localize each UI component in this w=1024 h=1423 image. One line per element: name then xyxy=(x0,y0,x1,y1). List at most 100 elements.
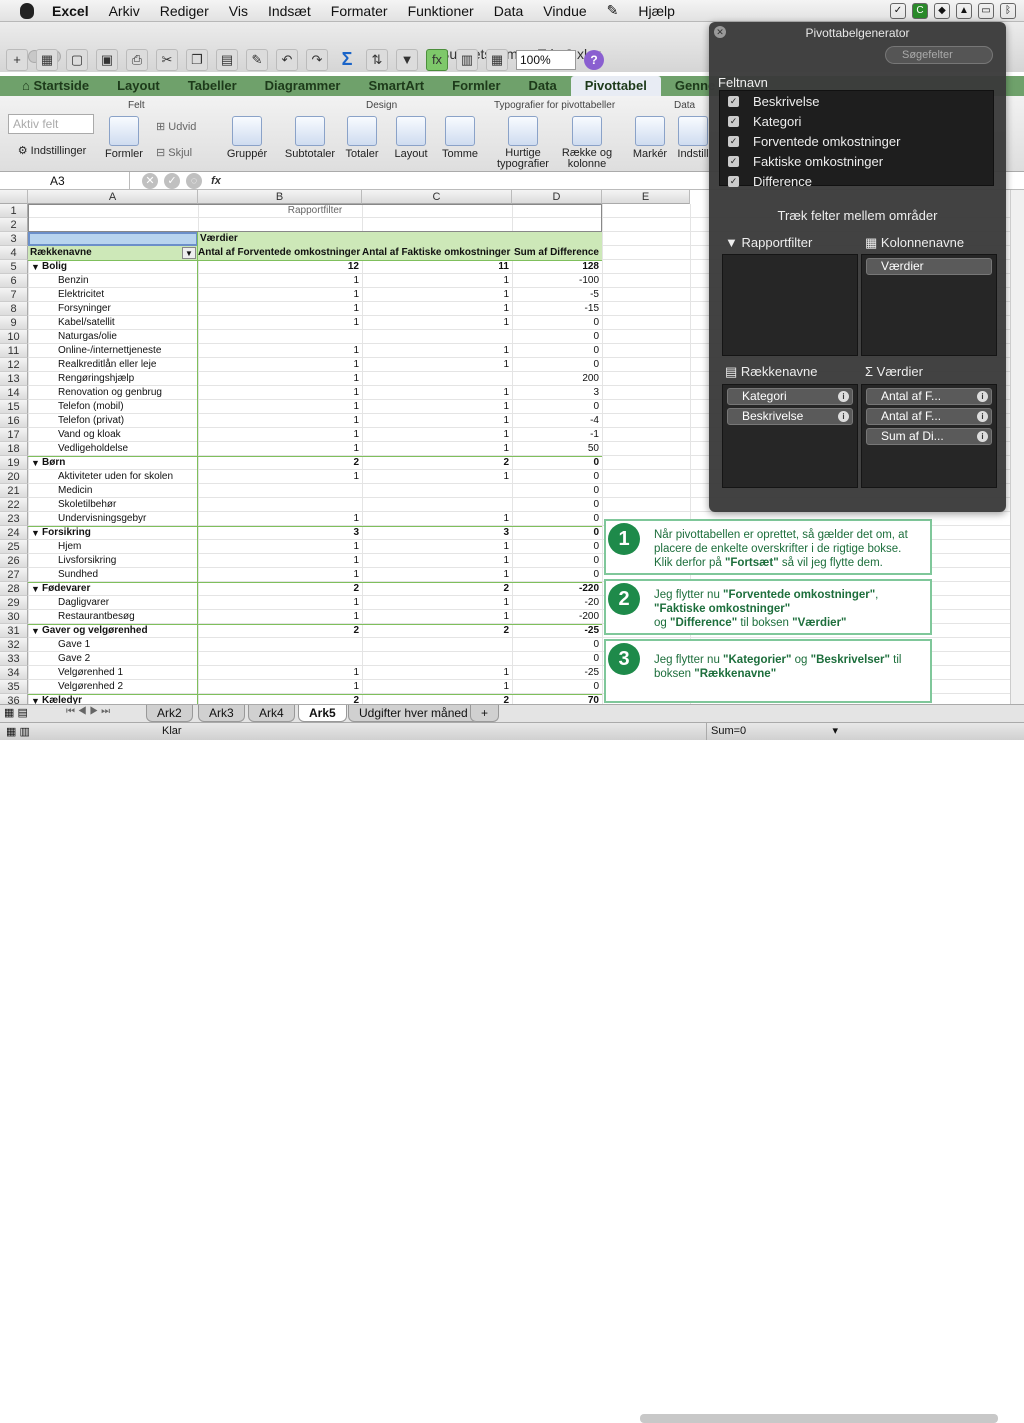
airplay-icon[interactable]: ▭ xyxy=(978,3,994,19)
cut-icon[interactable]: ✂ xyxy=(156,49,178,71)
table-cell-d[interactable]: -25 xyxy=(512,624,602,638)
table-cell-b[interactable]: 1 xyxy=(198,666,362,680)
table-cell-d[interactable]: -1 xyxy=(512,428,602,442)
col-header-a[interactable]: A xyxy=(28,190,198,204)
table-cell-b[interactable]: 2 xyxy=(198,624,362,638)
table-cell-c[interactable]: 1 xyxy=(362,596,512,610)
table-cell-b[interactable]: 1 xyxy=(198,372,362,386)
gallery-icon[interactable]: ▥ xyxy=(456,49,478,71)
collapse-triangle-icon[interactable]: ▼ xyxy=(31,526,41,540)
layout-button[interactable]: Layout xyxy=(390,116,432,160)
table-cell-d[interactable]: -20 xyxy=(512,596,602,610)
row-header[interactable]: 8 xyxy=(0,302,28,316)
row-header[interactable]: 6 xyxy=(0,274,28,288)
sheet-tab-ark3[interactable]: Ark3 xyxy=(198,705,245,722)
table-cell-c[interactable]: 1 xyxy=(362,568,512,582)
table-cell-d[interactable]: 0 xyxy=(512,498,602,512)
table-row-label[interactable]: Benzin xyxy=(58,274,208,288)
table-cell-c[interactable]: 1 xyxy=(362,442,512,456)
filter-icon[interactable]: ▼ xyxy=(396,49,418,71)
confirm-icon[interactable]: ✓ xyxy=(164,173,180,189)
row-header[interactable]: 10 xyxy=(0,330,28,344)
table-row-label[interactable]: Medicin xyxy=(58,484,208,498)
table-cell-d[interactable]: 0 xyxy=(512,568,602,582)
table-cell-c[interactable] xyxy=(362,638,512,652)
table-cell-b[interactable]: 1 xyxy=(198,274,362,288)
table-cell-d[interactable]: -200 xyxy=(512,610,602,624)
table-cell-c[interactable]: 1 xyxy=(362,610,512,624)
table-cell-c[interactable]: 2 xyxy=(362,582,512,596)
indstillinger-button[interactable]: ⚙ Indstillinger xyxy=(10,144,94,157)
raekke-kolonne-button[interactable]: Række og kolonne xyxy=(558,116,616,170)
grupper-button[interactable]: Gruppér xyxy=(224,116,270,160)
table-cell-c[interactable]: 2 xyxy=(362,624,512,638)
table-cell-c[interactable]: 1 xyxy=(362,274,512,288)
rapportfilter-area[interactable] xyxy=(722,254,858,356)
zoom-select[interactable]: 100% xyxy=(516,50,576,70)
table-cell-b[interactable]: 1 xyxy=(198,568,362,582)
table-row-label[interactable]: Telefon (mobil) xyxy=(58,400,208,414)
table-cell-b[interactable]: 1 xyxy=(198,288,362,302)
table-cell-b[interactable] xyxy=(198,330,362,344)
row-header[interactable]: 26 xyxy=(0,554,28,568)
vertical-scrollbar[interactable] xyxy=(1010,190,1024,705)
kolonnenavne-area[interactable]: Værdier xyxy=(861,254,997,356)
table-cell-c[interactable]: 1 xyxy=(362,400,512,414)
formler-button[interactable]: Formler xyxy=(102,116,146,160)
table-cell-d[interactable]: 0 xyxy=(512,680,602,694)
row-header[interactable]: 20 xyxy=(0,470,28,484)
row-header[interactable]: 22 xyxy=(0,498,28,512)
table-row-label[interactable]: Vedligeholdelse xyxy=(58,442,208,456)
bluetooth-icon[interactable]: ᛒ xyxy=(1000,3,1016,19)
table-cell-b[interactable] xyxy=(198,498,362,512)
table-cell-c[interactable] xyxy=(362,652,512,666)
table-row-label[interactable]: Restaurantbesøg xyxy=(58,610,208,624)
table-row-label[interactable]: Fødevarer xyxy=(42,582,192,596)
select-all-corner[interactable] xyxy=(0,190,28,204)
row-header[interactable]: 4 xyxy=(0,246,28,260)
sheet-tab-ark4[interactable]: Ark4 xyxy=(248,705,295,722)
table-cell-b[interactable]: 2 xyxy=(198,582,362,596)
copy-icon[interactable]: ❐ xyxy=(186,49,208,71)
tab-tabeller[interactable]: Tabeller xyxy=(174,76,251,96)
hurtige-typografier-button[interactable]: Hurtige typografier xyxy=(494,116,552,170)
sheet-tab-ark2[interactable]: Ark2 xyxy=(146,705,193,722)
open-icon[interactable]: ▢ xyxy=(66,49,88,71)
table-cell-b[interactable]: 12 xyxy=(198,260,362,274)
tab-data[interactable]: Data xyxy=(515,76,571,96)
row-header[interactable]: 16 xyxy=(0,414,28,428)
pill-kol-vaerdier[interactable]: Værdier xyxy=(866,258,992,275)
field-item-kategori[interactable]: ✓ Kategori xyxy=(720,111,993,131)
layout-view-icon[interactable]: ▦ ▥ xyxy=(6,724,30,741)
table-cell-d[interactable]: -100 xyxy=(512,274,602,288)
table-cell-b[interactable]: 1 xyxy=(198,540,362,554)
cancel-icon[interactable]: ✕ xyxy=(142,173,158,189)
pill-kategori[interactable]: Kategori i xyxy=(727,388,853,405)
table-cell-c[interactable]: 1 xyxy=(362,512,512,526)
table-cell-d[interactable]: 3 xyxy=(512,386,602,400)
checkbox-checked-icon[interactable]: ✓ xyxy=(728,95,739,107)
table-cell-c[interactable]: 1 xyxy=(362,666,512,680)
indstillinger-data-button[interactable]: Indstill xyxy=(676,116,710,160)
redo-icon[interactable]: ↷ xyxy=(306,49,328,71)
table-cell-d[interactable]: -4 xyxy=(512,414,602,428)
menu-rediger[interactable]: Rediger xyxy=(160,3,209,19)
table-cell-d[interactable]: 0 xyxy=(512,470,602,484)
horizontal-scrollbar[interactable] xyxy=(640,1414,998,1423)
table-row-label[interactable]: Rengøringshjælp xyxy=(58,372,208,386)
tomme-button[interactable]: Tomme xyxy=(438,116,482,160)
table-cell-c[interactable]: 1 xyxy=(362,386,512,400)
table-row-label[interactable]: Gave 1 xyxy=(58,638,208,652)
table-cell-d[interactable]: -15 xyxy=(512,302,602,316)
table-cell-c[interactable]: 11 xyxy=(362,260,512,274)
menu-arkiv[interactable]: Arkiv xyxy=(109,3,140,19)
paste-icon[interactable]: ▤ xyxy=(216,49,238,71)
row-header[interactable]: 13 xyxy=(0,372,28,386)
table-cell-d[interactable]: -220 xyxy=(512,582,602,596)
field-item-difference[interactable]: ✓ Difference xyxy=(720,171,993,191)
view-normal-icon[interactable]: ▦ ▤ xyxy=(4,706,28,719)
pill-beskrivelse[interactable]: Beskrivelse i xyxy=(727,408,853,425)
table-cell-d[interactable]: 200 xyxy=(512,372,602,386)
pill-antal-forventede[interactable]: Antal af F... i xyxy=(866,388,992,405)
name-box[interactable]: A3 xyxy=(0,172,130,190)
